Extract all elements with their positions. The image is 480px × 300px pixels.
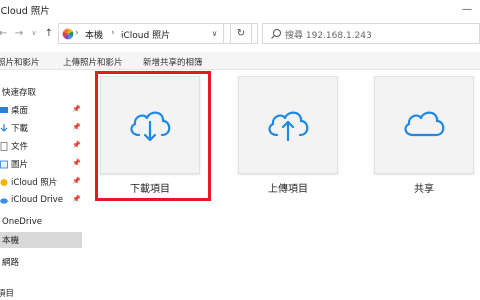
breadcrumb-separator: › [111, 28, 115, 38]
icloud-drive-icon [0, 197, 8, 204]
search-box[interactable]: 搜尋 192.168.1.243 [262, 23, 480, 44]
navigation-bar: ← → ∨ ↑ › 本機 › iCloud 照片 ∨ ↻ 搜尋 192.168.… [0, 22, 480, 46]
tile-label: 上傳項目 [268, 184, 308, 195]
photos-app-icon [62, 28, 74, 40]
breadcrumb-icloud-photos[interactable]: iCloud 照片 [121, 28, 170, 41]
photos-and-videos-button[interactable]: 照片和影片 [0, 56, 40, 68]
minimize-button[interactable]: — [454, 0, 480, 19]
pin-icon: 📌 [72, 195, 81, 203]
window-title: iCloud 照片 [0, 6, 50, 17]
sidebar-item-label: iCloud Drive [11, 195, 64, 205]
address-bar[interactable]: › 本機 › iCloud 照片 [58, 23, 258, 44]
address-dropdown-icon[interactable]: ∨ [206, 23, 224, 44]
forward-icon[interactable]: → [12, 25, 26, 41]
sidebar-item-this-pc[interactable]: 本機 [0, 232, 82, 248]
sidebar-item-onedrive[interactable]: OneDrive [0, 214, 82, 230]
sidebar-item-label: 桌面 [11, 106, 29, 116]
tile-label: 下載項目 [130, 184, 170, 195]
status-item-count: 項目 [0, 289, 15, 299]
tile-downloads[interactable]: 下載項目 [95, 71, 211, 201]
sidebar-item-label: 網路 [2, 258, 20, 268]
picture-icon [0, 160, 8, 168]
cloud-icon [404, 111, 445, 137]
sidebar-item-desktop[interactable]: 桌面 📌 [0, 102, 82, 118]
sidebar-item-label: 文件 [11, 142, 29, 152]
upload-photos-button[interactable]: 上傳照片和影片 [63, 56, 123, 68]
search-placeholder: 搜尋 192.168.1.243 [285, 31, 372, 41]
sidebar-item-pictures[interactable]: 圖片 📌 [0, 156, 82, 172]
sidebar-item-icloud-photos[interactable]: iCloud 照片 📌 [0, 174, 82, 190]
tile-thumbnail [100, 76, 200, 174]
cloud-download-icon [130, 111, 171, 142]
sidebar-item-label: 快速存取 [2, 88, 37, 98]
navigation-pane: 快速存取 桌面 📌 下載 📌 文件 📌 圖片 📌 iCloud 照片 📌 iCl… [0, 74, 82, 284]
search-icon [271, 29, 281, 39]
sidebar-item-label: 本機 [2, 236, 20, 246]
tile-uploads[interactable]: 上傳項目 [238, 76, 338, 196]
tile-label: 共享 [414, 184, 434, 195]
back-icon[interactable]: ← [0, 25, 10, 41]
cloud-upload-icon [268, 111, 309, 142]
sidebar-item-label: iCloud 照片 [11, 178, 58, 188]
desktop-icon [0, 106, 8, 113]
tile-shared[interactable]: 共享 [374, 76, 474, 196]
pin-icon: 📌 [72, 141, 81, 149]
sidebar-item-downloads[interactable]: 下載 📌 [0, 120, 82, 136]
pin-icon: 📌 [72, 123, 81, 131]
sidebar-item-label: 下載 [11, 124, 29, 134]
sidebar-item-quick-access[interactable]: 快速存取 [0, 84, 82, 100]
title-bar: iCloud 照片 — [0, 0, 480, 19]
sidebar-item-label: 圖片 [11, 160, 29, 170]
breadcrumb-this-pc[interactable]: 本機 [85, 28, 103, 41]
tile-thumbnail [374, 76, 474, 174]
sidebar-item-icloud-drive[interactable]: iCloud Drive 📌 [0, 192, 82, 208]
status-bar: 項目 [0, 285, 480, 300]
sidebar-item-label: OneDrive [2, 217, 42, 227]
recent-locations-icon[interactable]: ∨ [27, 25, 41, 41]
download-icon [0, 123, 8, 132]
pin-icon: 📌 [72, 159, 81, 167]
tile-thumbnail [238, 76, 338, 174]
pin-icon: 📌 [72, 177, 81, 185]
content-area: 下載項目 上傳項目 共享 [88, 70, 480, 284]
up-folder-icon[interactable]: ↑ [42, 25, 56, 41]
sidebar-item-network[interactable]: 網路 [0, 254, 82, 270]
document-icon [0, 141, 8, 151]
refresh-button[interactable]: ↻ [230, 23, 252, 44]
pin-icon: 📌 [72, 105, 81, 113]
sidebar-item-documents[interactable]: 文件 📌 [0, 138, 82, 154]
breadcrumb-separator: › [75, 28, 79, 38]
command-bar: 照片和影片 上傳照片和影片 新增共享的相簿 [0, 52, 480, 70]
new-shared-album-button[interactable]: 新增共享的相簿 [143, 56, 203, 68]
icloud-photos-icon [0, 178, 8, 186]
